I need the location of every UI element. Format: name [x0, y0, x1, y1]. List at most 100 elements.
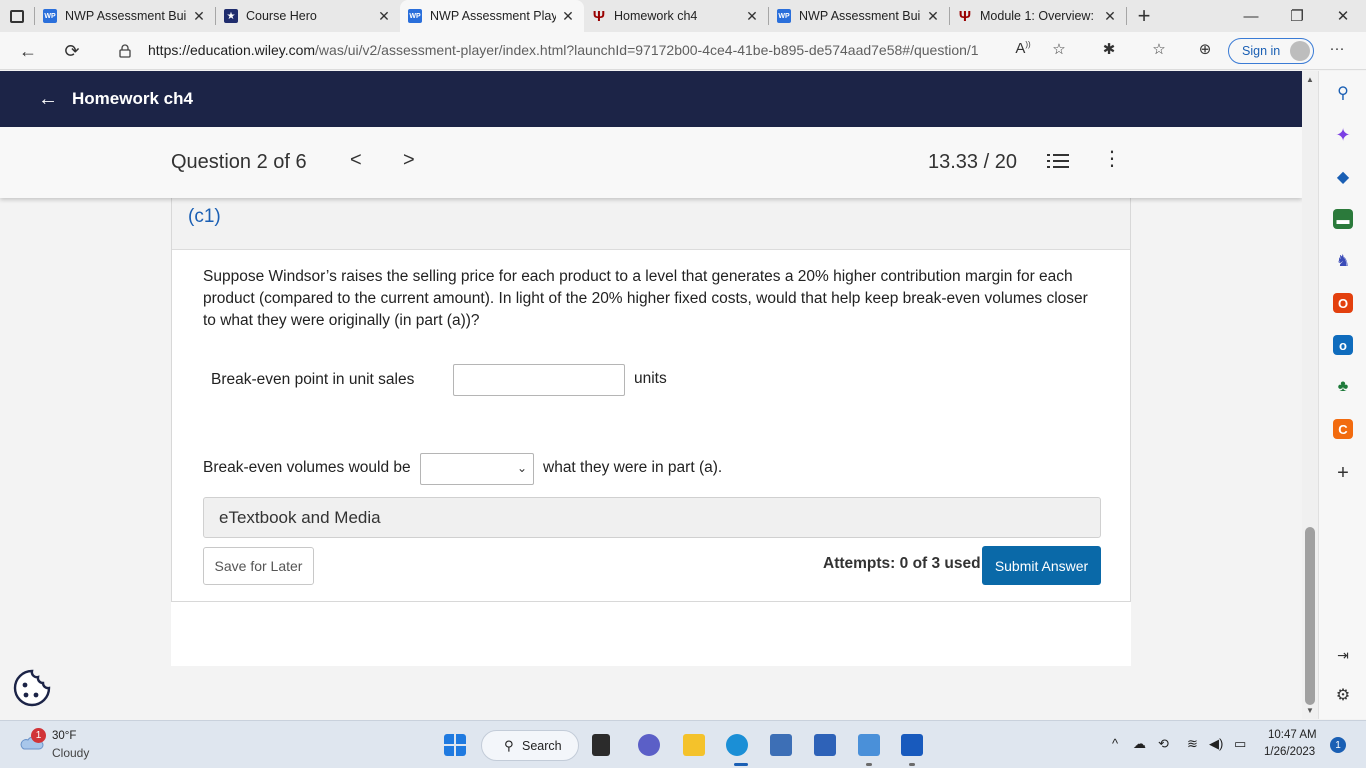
edge-browser-icon[interactable] [726, 734, 748, 756]
clock-time[interactable]: 10:47 AM [1268, 729, 1317, 741]
volume-icon[interactable]: ◀) [1209, 736, 1223, 752]
browser-tab[interactable]: WP NWP Assessment Builder ✕ [769, 0, 949, 32]
teams-chat-icon[interactable] [638, 734, 660, 756]
tab-title: Module 1: Overview: S [980, 9, 1098, 23]
back-arrow-icon[interactable]: ← [14, 39, 42, 63]
cookie-preferences-icon[interactable] [12, 668, 52, 708]
volumes-suffix: what they were in part (a). [543, 459, 723, 476]
collections-icon[interactable]: ⊕ [1193, 40, 1217, 58]
shopping-tag-icon[interactable]: ◆ [1333, 167, 1353, 187]
wp-icon: WP [408, 9, 422, 23]
page-scrollbar[interactable]: ▲ ▼ [1302, 71, 1318, 719]
iu-trident-icon: Ψ [592, 7, 606, 25]
restore-icon[interactable]: ❐ [1274, 0, 1320, 32]
scroll-up-icon[interactable]: ▲ [1306, 75, 1314, 84]
battery-icon[interactable]: ▭ [1234, 736, 1246, 752]
volumes-dropdown[interactable]: ⌄ [420, 453, 534, 485]
windows-start-icon[interactable] [444, 734, 466, 756]
more-options-icon[interactable]: ⋮ [1102, 149, 1122, 169]
question-prompt: Suppose Windsor’s raises the selling pri… [203, 268, 1088, 329]
taskbar-search-label: Search [522, 738, 562, 753]
card-footer-space [171, 602, 1131, 666]
url-field[interactable]: https://education.wiley.com/was/ui/v2/as… [148, 42, 979, 58]
avatar [1290, 41, 1310, 61]
close-icon[interactable]: ✕ [376, 8, 392, 25]
scroll-down-icon[interactable]: ▼ [1306, 706, 1314, 715]
running-app-indicator [909, 763, 915, 766]
extensions-icon[interactable]: ✱ [1097, 40, 1121, 58]
refresh-icon[interactable]: ⟳ [58, 39, 86, 63]
browser-tab[interactable]: WP NWP Assessment Builder ✕ [35, 0, 215, 32]
hide-sidebar-icon[interactable]: ⇥ [1333, 645, 1353, 665]
more-menu-icon[interactable]: ··· [1325, 40, 1349, 57]
coupon-icon[interactable]: C [1333, 419, 1353, 439]
close-icon[interactable]: ✕ [1102, 8, 1118, 25]
assignment-title[interactable]: Homework ch4 [72, 89, 193, 109]
wp-icon: WP [43, 9, 57, 23]
edge-sidebar: ⚲ ✦ ◆ ▬ ♞ O o ♣ C + ⇥ ⚙ [1318, 71, 1366, 719]
browser-tab[interactable]: ★ Course Hero ✕ [216, 0, 400, 32]
outlook-icon[interactable]: o [1333, 335, 1353, 355]
weather-temperature[interactable]: 30°F [52, 730, 76, 742]
active-app-indicator [734, 763, 748, 766]
weather-condition[interactable]: Cloudy [52, 746, 89, 760]
network-sync-icon[interactable]: ⟲ [1158, 736, 1169, 752]
lock-icon[interactable] [119, 44, 131, 58]
file-explorer-icon[interactable] [683, 734, 705, 756]
close-icon[interactable]: ✕ [191, 8, 207, 25]
close-icon[interactable]: ✕ [744, 8, 760, 25]
address-bar: ← ⟳ https://education.wiley.com/was/ui/v… [0, 32, 1366, 70]
browser-tab-active[interactable]: WP NWP Assessment Player ✕ [400, 0, 584, 32]
volumes-label: Break-even volumes would be [203, 459, 411, 476]
tab-title: NWP Assessment Builder [65, 9, 187, 23]
search-icon[interactable]: ⚲ [1333, 83, 1353, 103]
clock-date[interactable]: 1/26/2023 [1264, 746, 1315, 758]
sign-in-button[interactable]: Sign in [1228, 38, 1314, 64]
previous-question-button[interactable]: < [350, 149, 362, 172]
tree-icon[interactable]: ♣ [1333, 377, 1353, 397]
favorites-icon[interactable]: ☆ [1147, 40, 1171, 58]
add-favorite-icon[interactable]: ☆ [1047, 40, 1071, 58]
next-question-button[interactable]: > [403, 149, 415, 172]
submit-answer-button[interactable]: Submit Answer [982, 546, 1101, 585]
close-icon[interactable]: ✕ [560, 8, 576, 25]
tab-actions-icon[interactable] [0, 0, 34, 32]
breakeven-units-input[interactable] [453, 364, 625, 396]
onedrive-icon[interactable]: ☁ [1133, 736, 1146, 752]
office-icon[interactable]: O [1333, 293, 1353, 313]
search-icon: ⚲ [504, 738, 514, 753]
photos-icon[interactable] [858, 734, 880, 756]
question-navigation-bar: Question 2 of 6 < > 13.33 / 20 ⋮ [0, 127, 1302, 198]
store-icon[interactable] [770, 734, 792, 756]
read-aloud-icon[interactable]: A)) [1011, 40, 1035, 57]
new-tab-icon[interactable]: + [1127, 3, 1161, 29]
window-close-icon[interactable]: ✕ [1320, 0, 1366, 32]
close-icon[interactable]: ✕ [925, 8, 941, 25]
minimize-icon[interactable]: — [1228, 0, 1274, 32]
tools-icon[interactable]: ▬ [1333, 209, 1353, 229]
wp-icon: WP [777, 9, 791, 23]
scrollbar-thumb[interactable] [1305, 527, 1315, 705]
word-icon[interactable] [901, 734, 923, 756]
question-card: (c1) Suppose Windsor’s raises the sellin… [171, 198, 1131, 602]
discover-sparkle-icon[interactable]: ✦ [1333, 125, 1353, 145]
mathway-icon[interactable] [814, 734, 836, 756]
games-icon[interactable]: ♞ [1333, 251, 1353, 271]
browser-tab[interactable]: Ψ Module 1: Overview: S ✕ [950, 0, 1126, 32]
wifi-icon[interactable]: ≋ [1187, 736, 1198, 752]
taskbar-search[interactable]: ⚲ Search [481, 730, 579, 761]
question-list-icon[interactable] [1047, 153, 1069, 169]
back-arrow-icon[interactable]: ← [38, 88, 58, 111]
settings-gear-icon[interactable]: ⚙ [1333, 685, 1353, 705]
etextbook-media-panel[interactable]: eTextbook and Media [203, 497, 1101, 538]
browser-tab[interactable]: Ψ Homework ch4 ✕ [584, 0, 768, 32]
url-host: https://education.wiley.com [148, 42, 316, 58]
task-view-icon[interactable] [592, 734, 610, 756]
save-for-later-button[interactable]: Save for Later [203, 547, 314, 585]
notification-badge[interactable]: 1 [1330, 737, 1346, 753]
score-display: 13.33 / 20 [928, 151, 1017, 173]
chevron-up-icon[interactable]: ^ [1112, 736, 1118, 751]
add-sidebar-app-icon[interactable]: + [1333, 462, 1353, 484]
tab-title: Homework ch4 [614, 9, 698, 23]
units-label: units [634, 370, 667, 387]
